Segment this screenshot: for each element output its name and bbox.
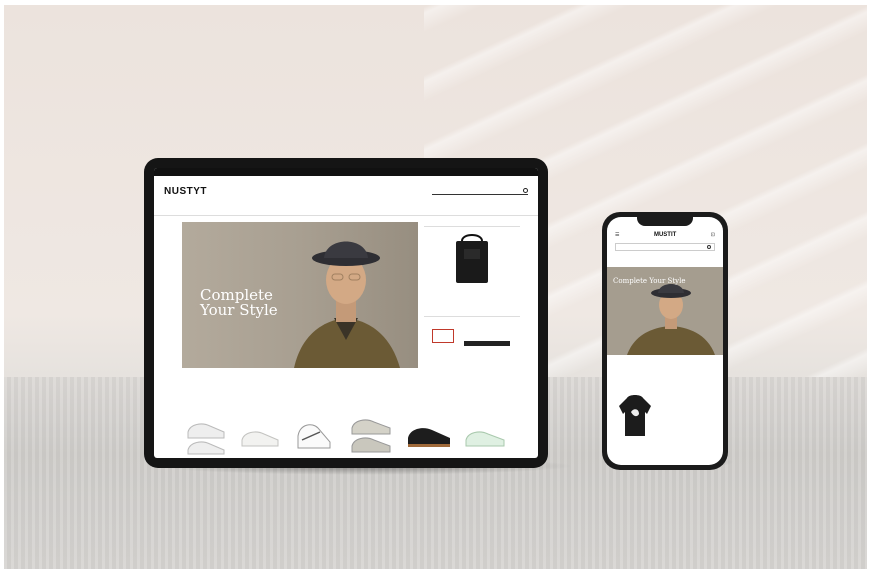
tablet-top-bar	[154, 168, 538, 176]
sneaker-icon[interactable]	[297, 424, 331, 449]
tablet-screen: NUSTYT Complete Your Style	[154, 168, 538, 458]
tablet-device: NUSTYT Complete Your Style	[144, 158, 548, 468]
site-logo[interactable]: MUSTIT	[654, 232, 676, 238]
phone-header: ☰ MUSTIT ⊡	[607, 229, 723, 241]
featured-sidebar	[424, 222, 520, 368]
phone-notch	[637, 217, 693, 226]
sneaker-icon[interactable]	[241, 431, 279, 447]
search-icon[interactable]	[707, 245, 711, 249]
sneaker-icon[interactable]	[465, 431, 505, 447]
tablet-main-content: Complete Your Style	[154, 216, 538, 376]
sneaker-product-row	[187, 419, 505, 455]
promo-badge	[432, 329, 454, 343]
tablet-search-bar[interactable]	[432, 187, 528, 195]
hero-title: Complete Your Style	[613, 277, 686, 285]
phone-device: ☰ MUSTIT ⊡ Complete Your Style	[602, 212, 728, 470]
site-logo[interactable]: NUSTYT	[164, 186, 207, 197]
sneaker-icon[interactable]	[351, 419, 391, 453]
cart-icon[interactable]: ⊡	[711, 232, 715, 238]
hero-banner[interactable]: Complete Your Style	[607, 267, 723, 355]
sneaker-icon[interactable]	[187, 423, 225, 455]
hoodie-icon[interactable]	[617, 392, 653, 440]
search-input[interactable]	[432, 188, 519, 193]
phone-screen: ☰ MUSTIT ⊡ Complete Your Style	[607, 217, 723, 465]
bag-icon	[456, 234, 488, 283]
promo-button[interactable]	[464, 341, 510, 346]
sneaker-icon[interactable]	[408, 428, 450, 447]
search-icon[interactable]	[523, 188, 528, 193]
product-mockup-scene: NUSTYT Complete Your Style ☰ MUSTIT ⊡ Co…	[4, 5, 867, 569]
hero-title: Complete Your Style	[200, 286, 278, 319]
hero-banner[interactable]: Complete Your Style	[182, 222, 418, 368]
model-photo	[627, 284, 715, 355]
menu-icon[interactable]: ☰	[615, 232, 619, 238]
phone-search-bar[interactable]	[615, 243, 715, 251]
tablet-nav-bar	[154, 206, 538, 216]
featured-product-card[interactable]	[424, 227, 520, 317]
tablet-header: NUSTYT	[154, 176, 538, 206]
search-input[interactable]	[619, 245, 705, 249]
promo-block	[424, 317, 520, 357]
